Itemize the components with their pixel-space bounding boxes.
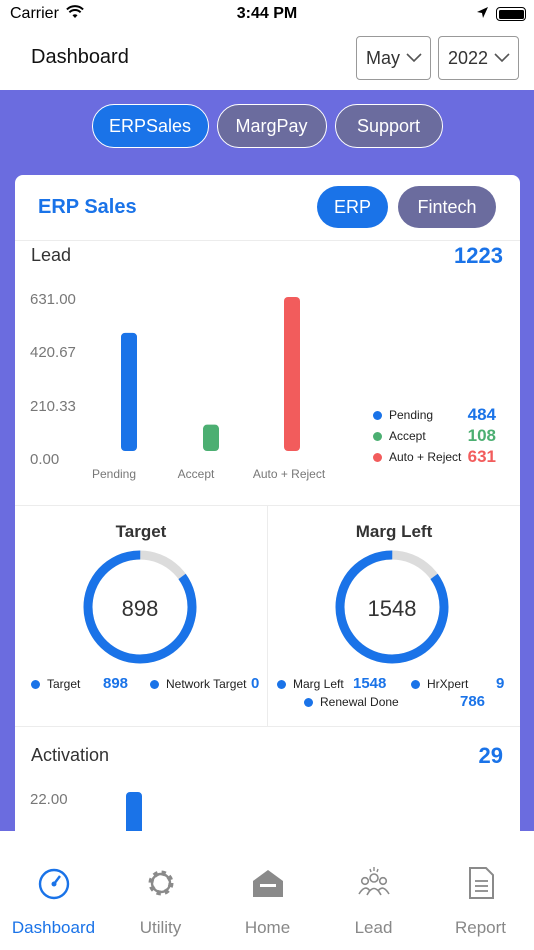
app-header: Dashboard May 2022	[0, 28, 534, 90]
y-tick: 210.33	[30, 398, 76, 415]
location-icon	[476, 6, 489, 24]
legend-network-target: Network Target	[150, 677, 246, 691]
gear-icon	[148, 870, 174, 896]
module-tabs: ERPSales MargPay Support	[0, 104, 534, 148]
document-icon	[469, 867, 494, 899]
month-select[interactable]: May	[356, 36, 431, 80]
nav-home[interactable]: Home	[214, 831, 321, 950]
chevron-down-icon	[494, 53, 510, 63]
legend-target: Target	[31, 677, 80, 691]
y-tick: 22.00	[30, 791, 68, 808]
card-header: ERP Sales ERP Fintech	[15, 175, 520, 241]
group-icon	[358, 867, 390, 896]
month-value: May	[366, 47, 401, 68]
x-tick-label: Auto + Reject	[252, 467, 326, 481]
nav-utility-label: Utility	[139, 918, 182, 937]
tab-erpsales[interactable]: ERPSales	[91, 104, 209, 148]
legend-accept: Accept	[373, 429, 426, 443]
tab-margpay[interactable]: MargPay	[216, 104, 327, 148]
legend-renewal-done: Renewal Done	[304, 695, 399, 709]
marg-left-center-value: 1548	[367, 596, 417, 621]
page-title: Dashboard	[31, 46, 129, 68]
bar-accept	[203, 424, 219, 451]
bottom-nav: Dashboard Utility Home Lead Report	[0, 831, 534, 950]
activation-label: Activation	[31, 745, 110, 765]
chevron-down-icon	[406, 53, 422, 63]
divider	[15, 726, 520, 727]
legend-hrxpert-value: 9	[496, 675, 505, 692]
lead-bar-chart	[121, 297, 300, 451]
battery-icon	[496, 7, 526, 21]
x-tick-label: Accept	[177, 467, 215, 481]
card-title: ERP Sales	[38, 196, 137, 218]
nav-report[interactable]: Report	[427, 831, 534, 950]
legend-network-target-value: 0	[251, 675, 260, 692]
year-select[interactable]: 2022	[438, 36, 519, 80]
tab-support[interactable]: Support	[334, 104, 443, 148]
bar-auto-reject	[284, 297, 300, 451]
activation-total: 29	[478, 743, 503, 768]
bar-pending	[121, 332, 137, 451]
nav-utility[interactable]: Utility	[107, 831, 214, 950]
legend-marg-left-value: 1548	[353, 675, 387, 692]
y-tick: 420.67	[30, 344, 76, 361]
fintech-toggle-button[interactable]: Fintech	[398, 186, 496, 228]
nav-home-label: Home	[244, 918, 291, 937]
home-icon	[253, 870, 283, 897]
nav-lead[interactable]: Lead	[320, 831, 427, 950]
erp-sales-card: ERP Sales ERP Fintech Lead 1223 631.00 4…	[15, 175, 520, 875]
year-value: 2022	[448, 47, 489, 68]
y-tick: 0.00	[30, 451, 60, 468]
x-tick-label: Pending	[91, 467, 137, 481]
legend-target-value: 898	[103, 675, 129, 692]
lead-label: Lead	[31, 245, 72, 265]
legend-pending-value: 484	[467, 405, 496, 424]
legend-renewal-done-value: 786	[460, 693, 486, 710]
status-bar: Carrier 3:44 PM	[0, 0, 534, 28]
marg-left-title: Marg Left	[355, 522, 433, 541]
target-title: Target	[115, 522, 167, 541]
nav-dashboard[interactable]: Dashboard	[0, 831, 107, 950]
target-center-value: 898	[121, 596, 159, 621]
y-tick: 631.00	[30, 291, 76, 308]
nav-dashboard-label: Dashboard	[11, 918, 96, 937]
speedometer-icon	[38, 868, 70, 900]
nav-report-label: Report	[454, 918, 507, 937]
legend-pending: Pending	[373, 408, 433, 422]
erp-toggle-button[interactable]: ERP	[317, 186, 388, 228]
lead-total: 1223	[454, 243, 503, 268]
nav-lead-label: Lead	[354, 918, 393, 937]
clock: 3:44 PM	[236, 5, 298, 22]
legend-marg-left: Marg Left	[277, 677, 344, 691]
legend-auto-reject-value: 631	[467, 447, 496, 466]
legend-accept-value: 108	[467, 426, 496, 445]
legend-hrxpert: HrXpert	[411, 677, 468, 691]
